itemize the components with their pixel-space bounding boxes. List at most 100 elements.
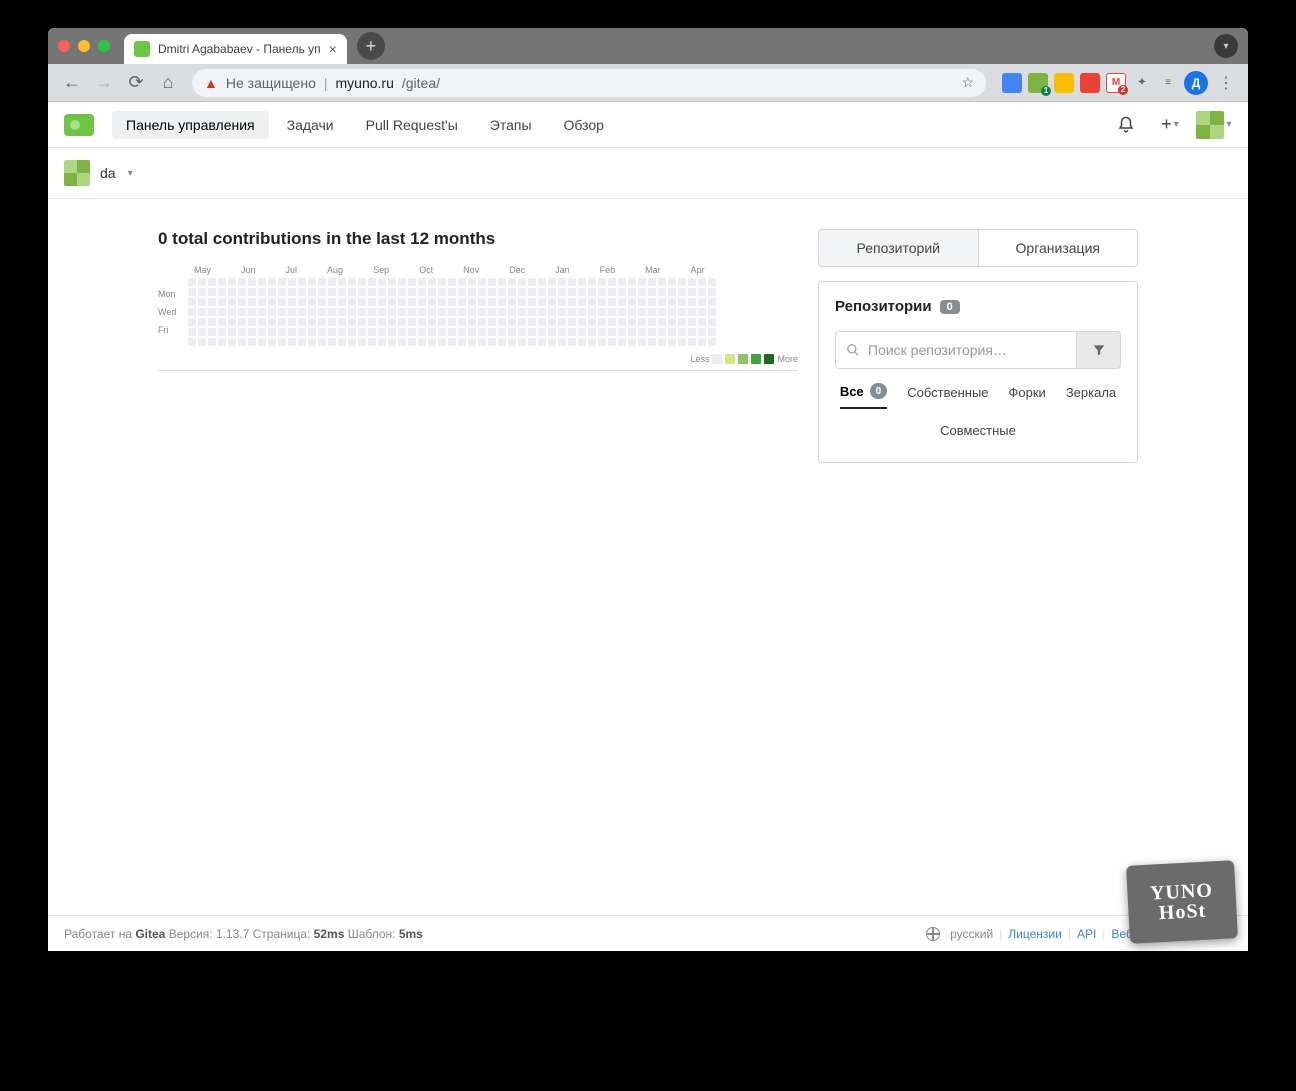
heatmap-cell[interactable]	[258, 288, 266, 296]
heatmap-cell[interactable]	[238, 308, 246, 316]
heatmap-cell[interactable]	[258, 298, 266, 306]
heatmap-cell[interactable]	[358, 318, 366, 326]
heatmap-cell[interactable]	[598, 328, 606, 336]
filter-forks[interactable]: Форки	[1009, 383, 1046, 409]
heatmap-cell[interactable]	[328, 308, 336, 316]
heatmap-cell[interactable]	[238, 338, 246, 346]
heatmap-cell[interactable]	[368, 288, 376, 296]
heatmap-cell[interactable]	[458, 288, 466, 296]
heatmap-cell[interactable]	[508, 328, 516, 336]
heatmap-cell[interactable]	[558, 308, 566, 316]
heatmap-cell[interactable]	[548, 338, 556, 346]
heatmap-cell[interactable]	[398, 338, 406, 346]
heatmap-cell[interactable]	[418, 308, 426, 316]
heatmap-cell[interactable]	[238, 298, 246, 306]
heatmap-cell[interactable]	[668, 328, 676, 336]
gmail-icon[interactable]: M2	[1106, 73, 1126, 93]
heatmap-cell[interactable]	[378, 318, 386, 326]
heatmap-cell[interactable]	[538, 308, 546, 316]
heatmap-cell[interactable]	[508, 278, 516, 286]
heatmap-cell[interactable]	[258, 278, 266, 286]
heatmap-cell[interactable]	[638, 278, 646, 286]
heatmap-cell[interactable]	[318, 288, 326, 296]
heatmap-cell[interactable]	[318, 318, 326, 326]
heatmap-cell[interactable]	[488, 328, 496, 336]
heatmap-cell[interactable]	[678, 298, 686, 306]
heatmap-cell[interactable]	[658, 308, 666, 316]
heatmap-cell[interactable]	[658, 318, 666, 326]
close-tab-icon[interactable]: ×	[329, 41, 337, 57]
heatmap-cell[interactable]	[188, 278, 196, 286]
minimize-window-icon[interactable]	[78, 40, 90, 52]
heatmap-cell[interactable]	[708, 298, 716, 306]
heatmap-cell[interactable]	[698, 298, 706, 306]
heatmap-cell[interactable]	[198, 318, 206, 326]
heatmap-cell[interactable]	[678, 278, 686, 286]
heatmap-cell[interactable]	[508, 308, 516, 316]
heatmap-cell[interactable]	[538, 318, 546, 326]
tab-organization[interactable]: Организация	[979, 230, 1138, 266]
heatmap-cell[interactable]	[368, 318, 376, 326]
heatmap-cell[interactable]	[388, 338, 396, 346]
heatmap-cell[interactable]	[558, 338, 566, 346]
heatmap-cell[interactable]	[388, 328, 396, 336]
heatmap-cell[interactable]	[278, 328, 286, 336]
heatmap-cell[interactable]	[518, 308, 526, 316]
heatmap-cell[interactable]	[218, 298, 226, 306]
heatmap-cell[interactable]	[228, 298, 236, 306]
filter-button[interactable]	[1077, 331, 1121, 369]
heatmap-cell[interactable]	[268, 338, 276, 346]
heatmap-cell[interactable]	[538, 278, 546, 286]
heatmap-cell[interactable]	[498, 318, 506, 326]
browser-menu-icon[interactable]: ⋮	[1214, 73, 1238, 93]
heatmap-cell[interactable]	[198, 338, 206, 346]
heatmap-cell[interactable]	[278, 338, 286, 346]
heatmap-cell[interactable]	[478, 288, 486, 296]
heatmap-cell[interactable]	[478, 278, 486, 286]
heatmap-cell[interactable]	[188, 288, 196, 296]
heatmap-cell[interactable]	[468, 288, 476, 296]
heatmap-cell[interactable]	[528, 298, 536, 306]
heatmap-cell[interactable]	[628, 308, 636, 316]
heatmap-cell[interactable]	[468, 328, 476, 336]
heatmap-cell[interactable]	[338, 278, 346, 286]
heatmap-cell[interactable]	[528, 328, 536, 336]
heatmap-cell[interactable]	[638, 338, 646, 346]
heatmap-cell[interactable]	[218, 318, 226, 326]
heatmap-cell[interactable]	[678, 318, 686, 326]
heatmap-cell[interactable]	[308, 328, 316, 336]
heatmap-cell[interactable]	[478, 298, 486, 306]
heatmap-cell[interactable]	[298, 288, 306, 296]
heatmap-cell[interactable]	[488, 278, 496, 286]
heatmap-cell[interactable]	[248, 308, 256, 316]
heatmap-cell[interactable]	[358, 308, 366, 316]
heatmap-cell[interactable]	[398, 278, 406, 286]
heatmap-cell[interactable]	[228, 328, 236, 336]
heatmap-cell[interactable]	[228, 278, 236, 286]
heatmap-cell[interactable]	[668, 338, 676, 346]
heatmap-cell[interactable]	[648, 328, 656, 336]
heatmap-cell[interactable]	[328, 288, 336, 296]
heatmap-cell[interactable]	[238, 328, 246, 336]
heatmap-cell[interactable]	[348, 308, 356, 316]
heatmap-cell[interactable]	[648, 338, 656, 346]
heatmap-cell[interactable]	[478, 318, 486, 326]
heatmap-cell[interactable]	[708, 278, 716, 286]
heatmap-cell[interactable]	[538, 328, 546, 336]
api-link[interactable]: API	[1077, 927, 1096, 941]
heatmap-cell[interactable]	[268, 318, 276, 326]
heatmap-cell[interactable]	[408, 278, 416, 286]
heatmap-cell[interactable]	[378, 308, 386, 316]
heatmap-cell[interactable]	[408, 338, 416, 346]
heatmap-cell[interactable]	[218, 338, 226, 346]
context-switcher[interactable]: da ▾	[48, 148, 1248, 199]
heatmap-cell[interactable]	[188, 308, 196, 316]
extension-icon[interactable]	[1054, 73, 1074, 93]
nav-item[interactable]: Панель управления	[112, 111, 269, 139]
heatmap-cell[interactable]	[598, 308, 606, 316]
heatmap-cell[interactable]	[338, 338, 346, 346]
heatmap-cell[interactable]	[618, 328, 626, 336]
heatmap-cell[interactable]	[368, 298, 376, 306]
heatmap-cell[interactable]	[618, 338, 626, 346]
heatmap-cell[interactable]	[408, 308, 416, 316]
